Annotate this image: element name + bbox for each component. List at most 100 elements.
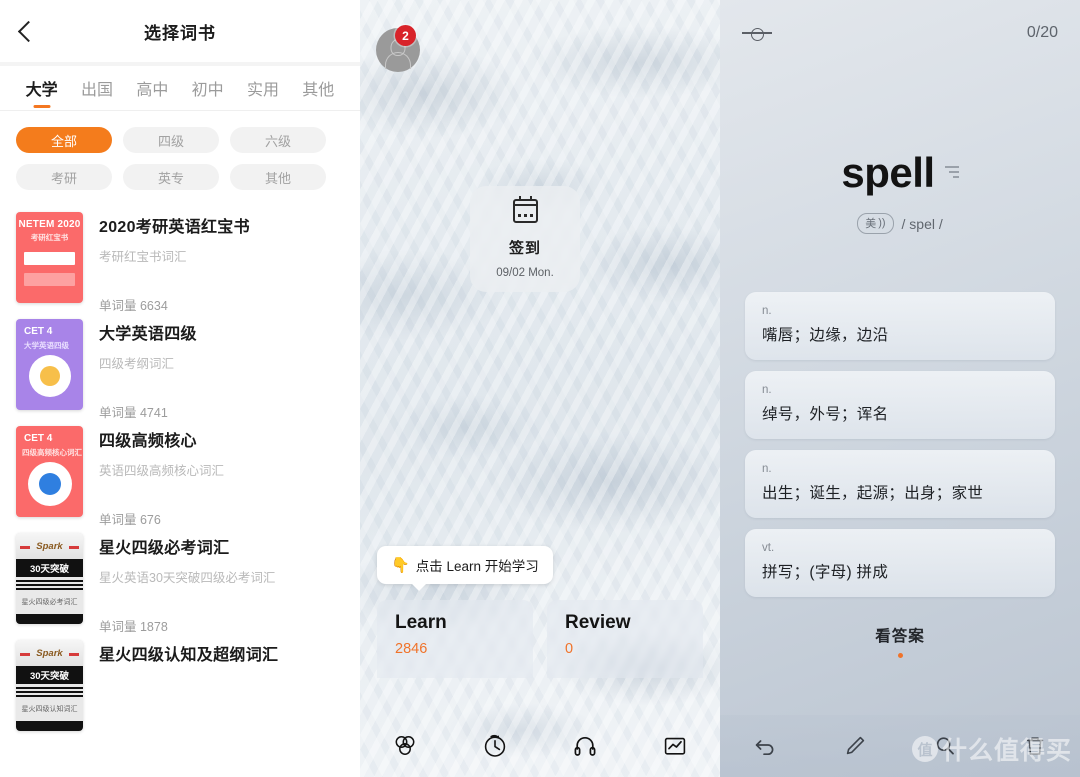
book-title: 星火四级必考词汇 [99,540,230,557]
nav-item-listening[interactable] [540,733,630,759]
checkin-card[interactable]: 签到 09/02 Mon. [470,186,580,292]
book-title: 2020考研英语红宝书 [99,219,250,236]
slider-knob [751,27,764,41]
learn-card[interactable]: Learn 2846 [377,600,533,678]
tab-chuguo[interactable]: 出国 [69,66,124,110]
tab-label: 其他 [302,82,335,99]
part-of-speech: n. [762,305,772,317]
edit-pencil-icon [846,736,865,755]
toolbar-undo[interactable] [720,733,810,759]
checkin-title: 签到 [508,240,541,257]
book-word-count: 单词量 1878 [99,620,168,634]
cover-stripes [16,580,83,592]
list-item[interactable]: Spark 30天突破 星火四级必考词汇 星火四级必考词汇 星火英语30天突破四… [0,523,360,634]
filter-pill-all[interactable]: 全部 [16,127,112,153]
definition-option[interactable]: n. 嘴唇；边缘，边沿 [745,292,1055,360]
definition-option[interactable]: vt. 拼写；(字母) 拼成 [745,529,1055,597]
filter-pill-cet6[interactable]: 六级 [230,127,326,153]
show-answer-button[interactable]: 看答案 [720,624,1080,658]
three-panel-screenshot: 选择词书 大学 出国 高中 初中 实用 其他 全部 四级 六级 考研 英专 其他… [0,0,1080,777]
tab-shiyong[interactable]: 实用 [235,66,290,110]
cover-bottom-band [16,614,83,624]
learn-review-row: Learn 2846 Review 0 [377,600,703,678]
book-meta: 大学英语四级 四级考纲词汇 单词量 4741 [83,319,344,420]
definition-text: 出生；诞生，起源；出身；家世 [762,485,984,502]
filter-pill-yingzhuan[interactable]: 英专 [123,164,219,190]
list-item[interactable]: CET 4 大学英语四级 大学英语四级 四级考纲词汇 单词量 4741 [0,309,360,420]
book-title: 四级高频核心 [99,433,197,450]
quiz-bottom-toolbar [720,715,1080,777]
chevron-left-icon [17,20,39,42]
book-title: 大学英语四级 [99,326,197,343]
toolbar-delete[interactable] [990,733,1080,759]
cover-band-pink [24,273,75,286]
tab-label: 大学 [25,82,58,99]
checkin-date: 09/02 Mon. [496,267,554,279]
tab-gaozhong[interactable]: 高中 [125,66,180,110]
cover-band-label: 30天突破 [16,666,83,684]
sound-wave-icon[interactable] [944,166,959,178]
definition-option[interactable]: n. 绰号，外号；诨名 [745,371,1055,439]
cover-dot [38,473,61,495]
filter-pill-cet4[interactable]: 四级 [123,127,219,153]
cover-band-label: 30天突破 [16,559,83,577]
tab-label: 实用 [246,82,279,99]
home-dashboard-screen: 2 签到 09/02 Mon. 👇 点击 Learn 开始学习 Learn 28… [360,0,720,777]
nav-item-history[interactable] [450,732,540,760]
definition-option[interactable]: n. 出生；诞生，起源；出身；家世 [745,450,1055,518]
list-item[interactable]: NETEM 2020 考研红宝书 2020考研英语红宝书 考研红宝书词汇 单词量… [0,202,360,313]
notification-badge[interactable]: 2 [395,25,416,46]
tab-chuzhong[interactable]: 初中 [180,66,235,110]
cover-subtitle: 星火四级认知词汇 [21,706,78,713]
book-word-count: 单词量 6634 [99,299,168,313]
toolbar-edit[interactable] [810,733,900,759]
book-meta: 星火四级必考词汇 星火英语30天突破四级必考词汇 单词量 1878 [83,533,344,634]
clock-history-icon [484,734,506,757]
cover-bottom-band [16,721,83,731]
bottom-nav-bar [360,715,720,777]
calendar-dots [517,214,533,217]
wordbook-selection-screen: 选择词书 大学 出国 高中 初中 实用 其他 全部 四级 六级 考研 英专 其他… [0,0,360,777]
slider-toggle-icon[interactable] [742,26,772,41]
nav-item-stats[interactable] [630,733,720,759]
quiz-word: spell [841,149,935,196]
cover-subtitle: 四级高频核心词汇 [22,448,82,457]
book-word-count: 单词量 4741 [99,406,168,420]
tab-daxue[interactable]: 大学 [14,66,69,110]
word-quiz-screen: 0/20 spell 美 )) / spel / n. 嘴唇；边缘，边沿 n. [720,0,1080,777]
back-button[interactable] [0,0,56,62]
part-of-speech: vt. [762,542,775,554]
list-item[interactable]: Spark 30天突破 星火四级认知词汇 星火四级认知及超纲词汇 [0,630,360,737]
undo-icon [755,740,774,756]
cover-dot [39,366,60,386]
word-line: spell [720,152,1080,194]
list-item[interactable]: CET 4 四级高频核心词汇 四级高频核心 英语四级高频核心词汇 单词量 676 [0,416,360,527]
part-of-speech: n. [762,384,772,396]
pointing-down-icon: 👇 [391,557,410,574]
book-subtitle: 星火英语30天突破四级必考词汇 [99,571,276,585]
nav-item-groups[interactable] [360,733,450,759]
show-answer-label: 看答案 [875,628,925,645]
accent-us-button[interactable]: 美 )) [857,213,894,234]
book-cover: Spark 30天突破 星火四级必考词汇 [16,533,83,624]
learn-label: Learn [395,612,447,633]
cover-stripes [16,687,83,699]
filter-pill-other[interactable]: 其他 [230,164,326,190]
review-card[interactable]: Review 0 [547,600,703,678]
category-tabs: 大学 出国 高中 初中 实用 其他 [0,66,360,110]
cover-subtitle: 大学英语四级 [24,341,69,350]
filter-pill-kaoyan[interactable]: 考研 [16,164,112,190]
learn-tooltip: 👇 点击 Learn 开始学习 [377,546,553,591]
calendar-pin-left [518,196,521,200]
filter-pill-group: 全部 四级 六级 考研 英专 其他 [0,111,360,198]
tab-label: 初中 [191,82,224,99]
book-meta: 四级高频核心 英语四级高频核心词汇 单词量 676 [83,426,344,527]
tab-qita[interactable]: 其他 [291,66,346,110]
tab-label: 出国 [80,82,113,99]
word-block: spell 美 )) / spel / [720,66,1080,234]
calendar-pin-right [529,196,532,200]
search-icon [936,737,954,755]
learn-count: 2846 [395,641,428,657]
accent-label: 美 [865,218,877,230]
toolbar-search[interactable] [900,733,990,759]
